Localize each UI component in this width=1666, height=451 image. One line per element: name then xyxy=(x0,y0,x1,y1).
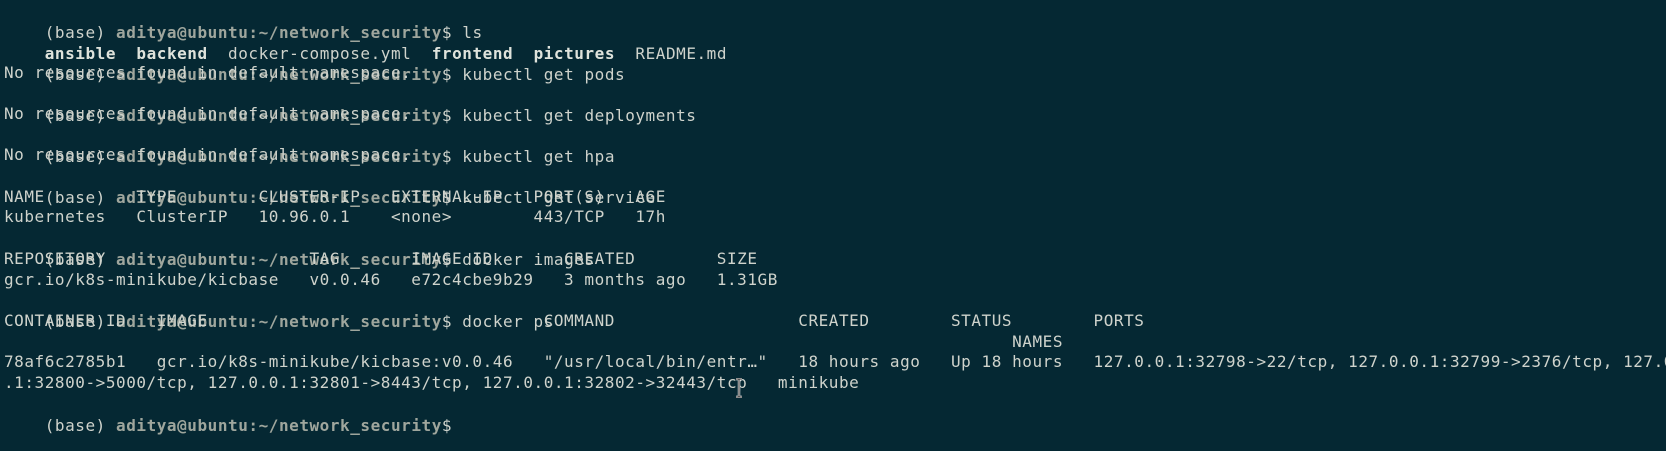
prompt-line: (base) aditya@ubuntu:~/network_security$… xyxy=(4,83,696,125)
command-text: kubectl get hpa xyxy=(462,147,616,166)
prompt-line: (base) aditya@ubuntu:~/network_security$… xyxy=(4,227,595,269)
text-cursor-icon xyxy=(736,378,742,398)
table-header: CONTAINER ID IMAGE COMMAND CREATED STATU… xyxy=(4,311,1145,330)
prompt-symbol: $ xyxy=(441,416,463,435)
output-line: No resources found in default namespace. xyxy=(4,104,412,123)
conda-env: (base) xyxy=(44,416,117,435)
table-row: 78af6c2785b1 gcr.io/k8s-minikube/kicbase… xyxy=(4,352,1666,371)
table-row: kubernetes ClusterIP 10.96.0.1 <none> 44… xyxy=(4,207,666,226)
command-text: kubectl get deployments xyxy=(462,106,697,125)
prompt-symbol: $ xyxy=(441,106,463,125)
table-header: REPOSITORY TAG IMAGE ID CREATED SIZE xyxy=(4,249,758,268)
prompt-line: (base) aditya@ubuntu:~/network_security$… xyxy=(4,124,615,166)
user-host: aditya@ubuntu xyxy=(116,416,249,435)
output-line: No resources found in default namespace. xyxy=(4,63,412,82)
table-row-wrap: .1:32800->5000/tcp, 127.0.0.1:32801->844… xyxy=(4,373,860,392)
file-entry-readme: README.md xyxy=(635,44,728,63)
table-header-wrap: NAMES xyxy=(4,332,1064,351)
table-row: gcr.io/k8s-minikube/kicbase v0.0.46 e72c… xyxy=(4,270,778,289)
terminal-window[interactable]: (base) aditya@ubuntu:~/network_security$… xyxy=(0,0,1666,451)
prompt-line[interactable]: (base) aditya@ubuntu:~/network_security$ xyxy=(4,393,462,435)
prompt-symbol: $ xyxy=(441,147,463,166)
prompt-line: (base) aditya@ubuntu:~/network_security$… xyxy=(4,165,656,207)
prompt-line: (base) aditya@ubuntu:~/network_security$… xyxy=(4,42,625,84)
command-text: kubectl get pods xyxy=(462,65,626,84)
prompt-line: (base) aditya@ubuntu:~/network_security$… xyxy=(4,0,483,42)
ls-output-line: ansible backend docker-compose.yml front… xyxy=(4,21,727,63)
prompt-symbol: $ xyxy=(441,65,463,84)
output-line: No resources found in default namespace. xyxy=(4,145,412,164)
working-directory: :~/network_security xyxy=(248,416,442,435)
prompt-line: (base) aditya@ubuntu:~/network_security$… xyxy=(4,289,554,331)
table-header: NAME TYPE CLUSTER-IP EXTERNAL-IP PORT(S)… xyxy=(4,187,666,206)
